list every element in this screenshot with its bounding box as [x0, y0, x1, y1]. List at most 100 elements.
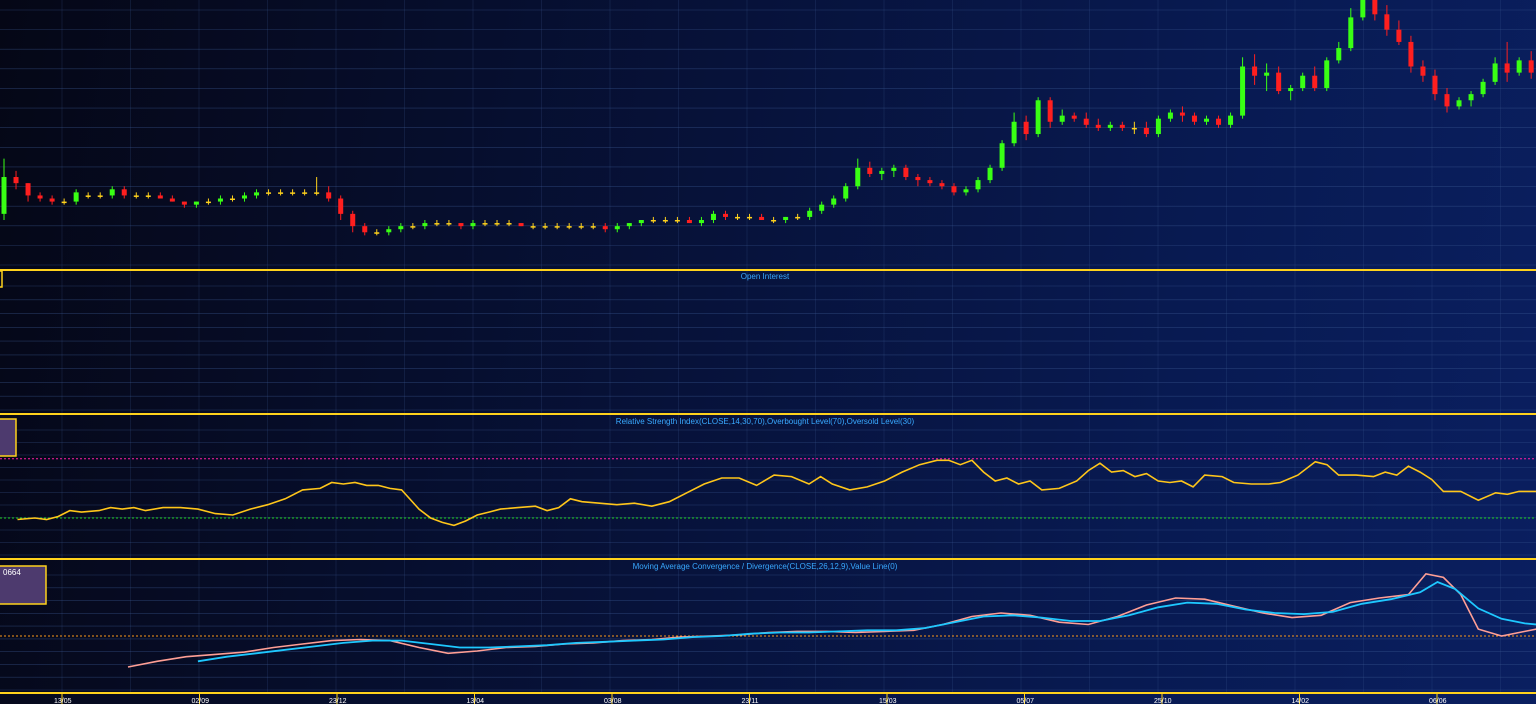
candle-body [783, 216, 789, 220]
candle-body [1360, 0, 1366, 18]
candle-body [987, 167, 993, 181]
time-tick-label: 03/08 [604, 698, 622, 704]
candle-body [831, 198, 837, 205]
candle-body [1047, 100, 1053, 122]
candle-body [338, 198, 344, 214]
candle-body [1204, 118, 1209, 122]
candle-body [205, 201, 211, 204]
time-tick-label: 25/10 [1154, 698, 1172, 704]
candle-body [1011, 121, 1017, 144]
candle-body [121, 189, 127, 196]
candle-body [1252, 66, 1258, 76]
candle-body [506, 223, 512, 225]
candle-body [1324, 60, 1330, 88]
candle-body [133, 195, 139, 197]
candle-body [1216, 118, 1222, 125]
time-tick-label: 23/12 [329, 698, 347, 704]
open-interest-title: Open Interest [741, 272, 790, 281]
candle-body [795, 216, 801, 219]
candle-body [602, 226, 608, 230]
candle-body [1456, 100, 1462, 107]
candle-body [1516, 60, 1522, 73]
candle-body [145, 195, 151, 197]
candle-body [302, 192, 308, 194]
price-panel [1, 0, 1534, 236]
candle-body [193, 201, 199, 205]
candle-body [326, 192, 332, 199]
candle-body [879, 170, 885, 174]
candle-body [542, 226, 548, 228]
candle-body [73, 192, 79, 202]
candle-body [999, 143, 1005, 168]
candle-body [1240, 66, 1246, 116]
candle-body [109, 189, 115, 196]
candle-body [470, 223, 476, 227]
price-panel-handle[interactable] [0, 270, 3, 288]
candle-body [61, 201, 67, 204]
candle-body [891, 167, 897, 171]
candle-body [1143, 127, 1149, 135]
candle-body [482, 223, 488, 225]
candle-body [1083, 118, 1089, 125]
candle-body [386, 229, 392, 233]
candle-body [422, 223, 428, 227]
candle-body [674, 220, 680, 222]
candle-body [1444, 94, 1450, 107]
macd-title: Moving Average Convergence / Divergence(… [633, 562, 898, 571]
candle-body [1468, 94, 1474, 101]
time-tick-label: 14/02 [1292, 698, 1310, 704]
candle-body [217, 198, 223, 202]
candle-body [566, 226, 572, 228]
candle-body [662, 220, 668, 222]
candle-body [1276, 72, 1282, 92]
candle-body [1480, 81, 1486, 95]
candle-body [1179, 112, 1185, 116]
trading-terminal-screen: Open Interest Relative Strength Index(CL… [0, 0, 1536, 704]
candle-body [1131, 127, 1137, 130]
candle-body [939, 183, 945, 187]
candle-body [25, 183, 31, 196]
rsi-title: Relative Strength Index(CLOSE,14,30,70),… [616, 417, 915, 426]
candle-body [434, 223, 440, 225]
candle-body [1264, 72, 1270, 76]
candle-body [735, 216, 741, 219]
candle-body [458, 223, 464, 227]
candle-body [554, 226, 560, 228]
candle-body [1396, 29, 1402, 42]
candle-body [626, 223, 632, 227]
time-tick-label: 13/04 [467, 698, 485, 704]
candle-body [578, 226, 584, 228]
rsi-readout-box[interactable] [0, 418, 17, 457]
candle-body [374, 232, 380, 234]
candle-body [1504, 63, 1510, 73]
time-tick-label: 05/07 [1017, 698, 1035, 704]
candle-body [97, 195, 103, 197]
candle-body [398, 226, 404, 230]
candle-body [1432, 75, 1438, 95]
candle-body [1167, 112, 1173, 119]
candle-body [843, 186, 849, 199]
candle-body [494, 223, 500, 225]
candle-body [1384, 14, 1390, 30]
candle-body [446, 223, 452, 225]
candle-body [614, 226, 620, 230]
candle-body [1492, 63, 1498, 82]
candle-body [1119, 124, 1125, 128]
candle-body [698, 220, 704, 224]
candle-body [1191, 115, 1197, 122]
candle-body [1528, 60, 1534, 73]
candle-body [927, 180, 933, 184]
candle-body [13, 177, 19, 184]
candle-body [975, 180, 981, 190]
candle-body [590, 226, 596, 228]
candle-body [903, 167, 909, 178]
candle-body [807, 210, 813, 217]
candle-body [963, 189, 969, 193]
candle-body [410, 226, 416, 228]
candle-body [1420, 66, 1426, 76]
time-tick-label: 15/03 [879, 698, 897, 704]
candle-body [819, 204, 825, 211]
candle-body [1035, 100, 1041, 135]
candle-body [49, 198, 55, 202]
candle-body [242, 195, 247, 199]
